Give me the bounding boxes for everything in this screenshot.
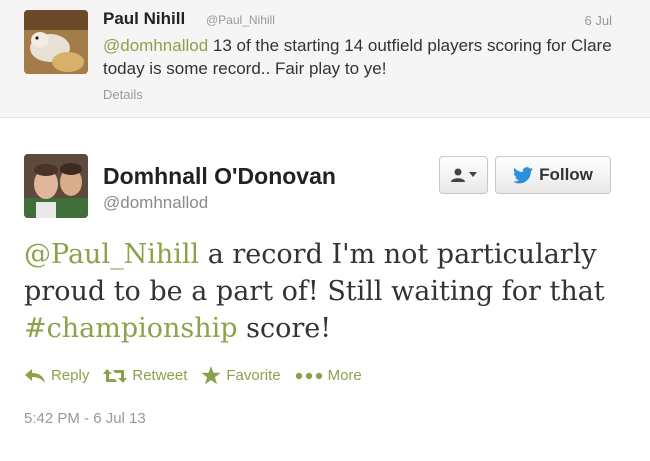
reply-date[interactable]: 6 Jul: [585, 13, 612, 28]
profile-photo-icon: [24, 154, 88, 218]
follow-button-label: Follow: [539, 165, 593, 184]
reply-button[interactable]: Reply: [24, 367, 89, 384]
tweet-timestamp[interactable]: 5:42 PM - 6 Jul 13: [24, 410, 146, 427]
retweet-button[interactable]: Retweet: [103, 367, 187, 384]
twitter-bird-icon: [513, 166, 534, 183]
hashtag-link[interactable]: #championship: [24, 313, 238, 344]
more-button[interactable]: More: [295, 367, 362, 384]
mention-link[interactable]: @Paul_Nihill: [24, 239, 199, 270]
caret-down-icon: [469, 172, 477, 177]
tweet-text: @Paul_Nihill a record I'm not particular…: [24, 236, 624, 347]
user-actions-dropdown[interactable]: [439, 156, 488, 194]
reply-author-handle[interactable]: @Paul_Nihill: [206, 13, 275, 27]
reply-mention-link[interactable]: @domhnallod: [103, 36, 208, 55]
reply-arrow-icon: [25, 368, 45, 383]
avatar[interactable]: [24, 10, 88, 74]
user-icon: [451, 168, 465, 182]
author-name[interactable]: Domhnall O'Donovan: [103, 163, 336, 190]
author-handle[interactable]: @domhnallod: [103, 193, 208, 213]
reply-label: Reply: [51, 367, 90, 384]
more-label: More: [327, 367, 362, 384]
star-icon: [201, 366, 221, 385]
retweet-icon: [103, 368, 128, 383]
follow-button[interactable]: Follow: [495, 156, 611, 194]
details-link[interactable]: Details: [103, 87, 143, 102]
favorite-button[interactable]: Favorite: [201, 366, 281, 385]
reply-tweet: Paul Nihill @Paul_Nihill 6 Jul @domhnall…: [0, 0, 650, 118]
retweet-label: Retweet: [132, 367, 188, 384]
reply-text: @domhnallod 13 of the starting 14 outfie…: [103, 34, 623, 80]
tweet-text-part2: score!: [237, 313, 332, 344]
favorite-label: Favorite: [226, 367, 281, 384]
dog-photo-icon: [24, 10, 88, 74]
more-dots-icon: [295, 372, 322, 379]
reply-author-name[interactable]: Paul Nihill: [103, 9, 185, 29]
avatar[interactable]: [24, 154, 88, 218]
tweet-actions: Reply Retweet Favorite More: [24, 366, 376, 385]
